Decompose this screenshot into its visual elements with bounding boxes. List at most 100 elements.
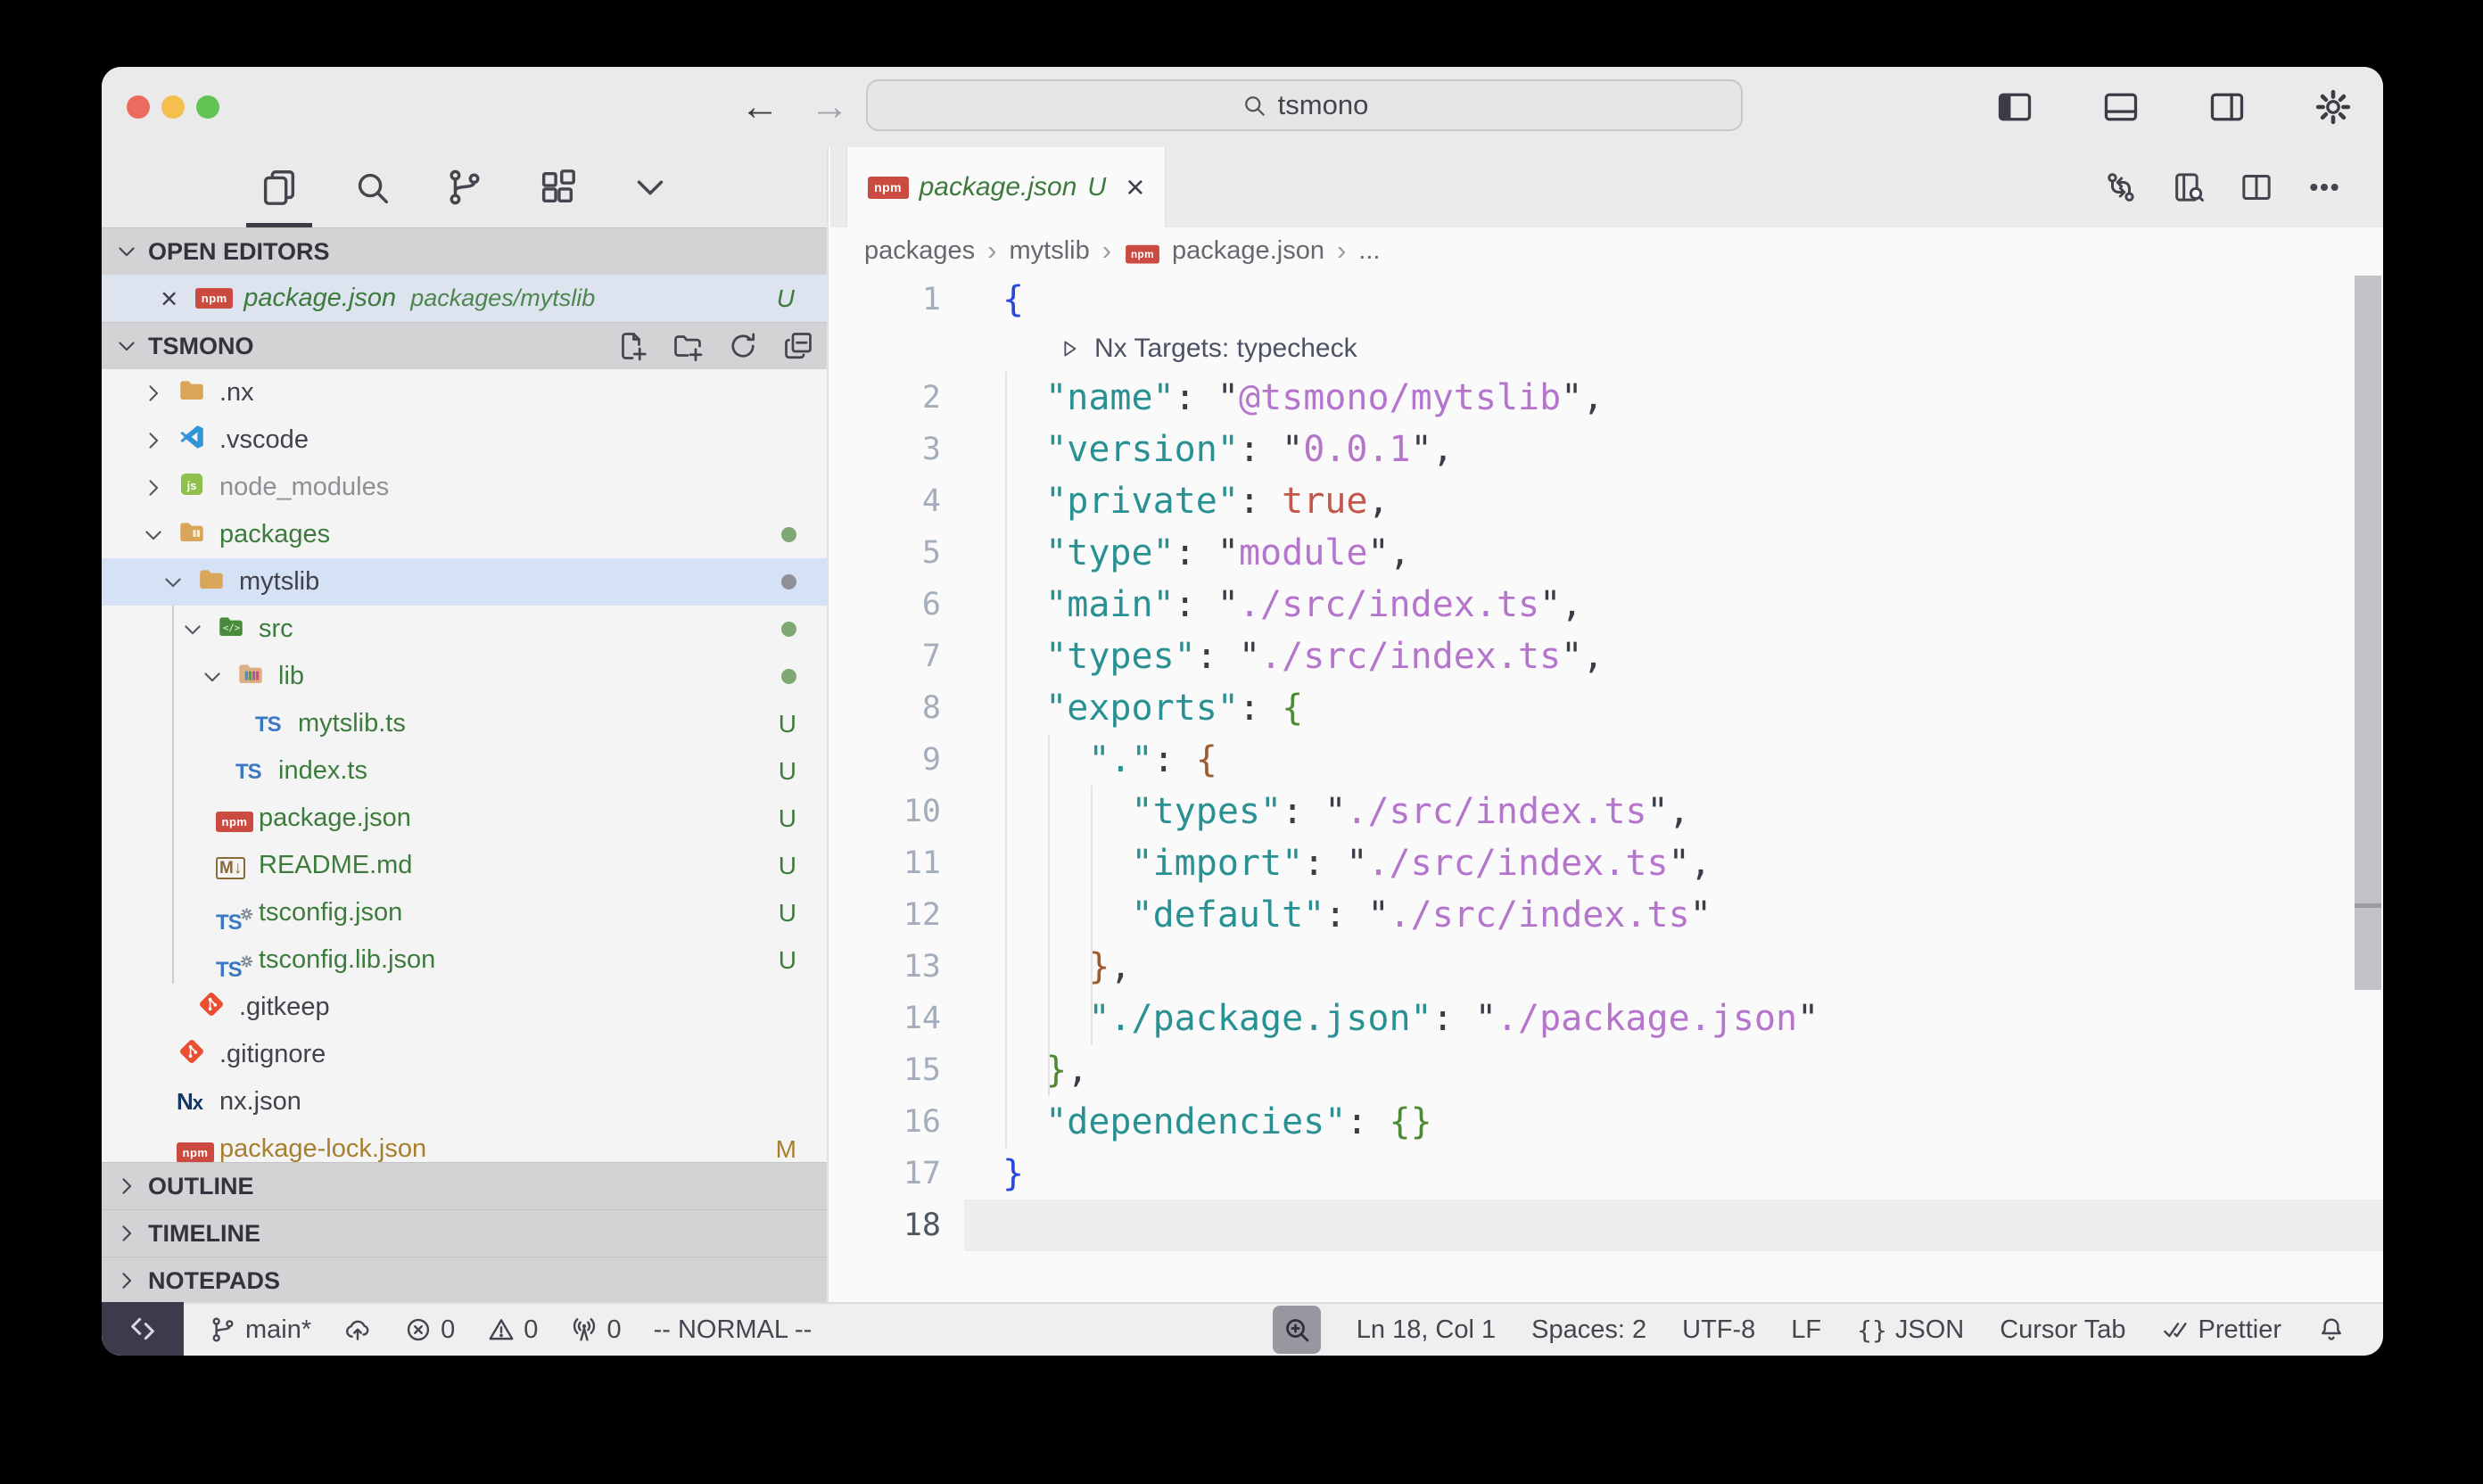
status-item-cursor-tab[interactable]: Cursor Tab [2000, 1315, 2125, 1345]
code-line-6[interactable]: 6 "main": "./src/index.ts", [830, 579, 2383, 631]
zoom-window-button[interactable] [196, 95, 219, 119]
tree-item-README.md[interactable]: M↓README.mdU [102, 842, 827, 889]
tree-item-lib[interactable]: lib [102, 653, 827, 700]
new-file-icon[interactable] [616, 330, 648, 362]
status-item-spaces-2[interactable]: Spaces: 2 [1531, 1315, 1646, 1345]
tree-item-index.ts[interactable]: TSindex.tsU [102, 747, 827, 795]
refresh-icon[interactable] [727, 330, 759, 362]
status-item-0[interactable]: 0 [570, 1315, 621, 1345]
tree-item-mytslib.ts[interactable]: TSmytslib.tsU [102, 700, 827, 747]
indent-guide [1091, 786, 1093, 1044]
collapse-all-icon[interactable] [782, 330, 814, 362]
split-icon[interactable] [2239, 169, 2274, 205]
layout-sidebar-left-icon[interactable] [1957, 87, 2034, 127]
notepads-header[interactable]: NOTEPADS [102, 1257, 827, 1304]
code-line-2[interactable]: 2 "name": "@tsmono/mytslib", [830, 372, 2383, 424]
tree-item-.gitkeep[interactable]: .gitkeep [102, 984, 827, 1031]
line-number: 17 [830, 1148, 964, 1200]
status-item-zoom-in-icon[interactable] [1273, 1306, 1321, 1354]
status-item-0[interactable]: 0 [404, 1315, 455, 1345]
code-line-13[interactable]: 13 }, [830, 941, 2383, 993]
code-line-8[interactable]: 8 "exports": { [830, 682, 2383, 734]
code-line-17[interactable]: 17} [830, 1148, 2383, 1200]
tree-item-.nx[interactable]: .nx [102, 369, 827, 416]
activity-extensions-icon[interactable] [524, 147, 590, 227]
tree-item-package-lock.json[interactable]: npmpackage-lock.jsonM [102, 1125, 827, 1162]
code-line-5[interactable]: 5 "type": "module", [830, 527, 2383, 579]
code-line-4[interactable]: 4 "private": true, [830, 475, 2383, 527]
code-token: : [1303, 843, 1324, 884]
chevron-down-icon [630, 167, 671, 208]
code-line-14[interactable]: 14 "./package.json": "./package.json" [830, 993, 2383, 1044]
open-editor-item[interactable]: × npm package.json packages/mytslib U [102, 275, 827, 322]
tree-item-nx.json[interactable]: Nxnx.json [102, 1078, 827, 1125]
breadcrumb-item-packages[interactable]: packages [864, 236, 975, 266]
tree-item-tsconfig.json[interactable]: TStsconfig.jsonU [102, 889, 827, 936]
tree-item-label: .gitignore [219, 1040, 326, 1069]
gear-icon[interactable] [2275, 87, 2353, 127]
status-item-prettier[interactable]: Prettier [2162, 1315, 2281, 1345]
close-window-button[interactable] [127, 95, 150, 119]
status-item-cloud-upload-icon[interactable] [343, 1315, 372, 1344]
layout-sidebar-right-icon[interactable] [2169, 87, 2247, 127]
workspace-header[interactable]: TSMONO [102, 322, 827, 369]
preview-icon[interactable] [2171, 169, 2207, 205]
tree-item-node_modules[interactable]: jsnode_modules [102, 464, 827, 511]
breadcrumb-item-mytslib[interactable]: mytslib [1009, 236, 1089, 266]
activity-chevron-down-icon[interactable] [617, 147, 683, 227]
code-line-3[interactable]: 3 "version": "0.0.1", [830, 424, 2383, 475]
code-line-15[interactable]: 15 }, [830, 1044, 2383, 1096]
remote-indicator[interactable] [102, 1302, 184, 1356]
command-center-search[interactable]: tsmono [866, 79, 1743, 131]
code-editor[interactable]: 1{Nx Targets: typecheck2 "name": "@tsmon… [830, 274, 2383, 1304]
code-line-9[interactable]: 9 ".": { [830, 734, 2383, 786]
breadcrumb-item-...[interactable]: ... [1358, 236, 1380, 266]
tab-package-json[interactable]: npm package.json U × [846, 147, 1166, 227]
status-item-lf[interactable]: LF [1791, 1315, 1821, 1345]
status-item-utf-8[interactable]: UTF-8 [1682, 1315, 1755, 1345]
code-token: " [1217, 584, 1239, 625]
close-icon[interactable]: × [161, 282, 177, 316]
code-line-11[interactable]: 11 "import": "./src/index.ts", [830, 837, 2383, 889]
tree-item-packages[interactable]: packages [102, 511, 827, 558]
tree-item-tsconfig.lib.json[interactable]: TStsconfig.lib.jsonU [102, 936, 827, 984]
forward-arrow-icon[interactable]: → [810, 85, 849, 129]
activity-source-control-icon[interactable] [432, 147, 498, 227]
code-token: module [1239, 532, 1368, 573]
codelens-nx-targets[interactable]: Nx Targets: typecheck [830, 326, 2383, 372]
code-line-1[interactable]: 1{ [830, 274, 2383, 326]
timeline-header[interactable]: TIMELINE [102, 1209, 827, 1257]
breadcrumb-label: package.json [1172, 236, 1324, 266]
minimize-window-button[interactable] [161, 95, 185, 119]
code-line-10[interactable]: 10 "types": "./src/index.ts", [830, 786, 2383, 837]
status-item-main[interactable]: main* [209, 1315, 311, 1345]
activity-files-icon[interactable] [246, 147, 312, 227]
tree-item-package.json[interactable]: npmpackage.jsonU [102, 795, 827, 842]
back-arrow-icon[interactable]: ← [740, 85, 780, 129]
scrollbar-thumb[interactable] [2355, 908, 2381, 990]
status-item-0[interactable]: 0 [487, 1315, 538, 1345]
close-tab-icon[interactable]: × [1126, 169, 1144, 206]
diff-icon[interactable] [2103, 169, 2139, 205]
more-icon[interactable] [2306, 169, 2342, 205]
code-line-18[interactable]: 18 [830, 1200, 2383, 1251]
code-line-16[interactable]: 16 "dependencies": {} [830, 1096, 2383, 1148]
status-item-ln-18-col-1[interactable]: Ln 18, Col 1 [1357, 1315, 1496, 1345]
tree-item-src[interactable]: </>src [102, 606, 827, 653]
breadcrumb-item-package.json[interactable]: npmpackage.json [1124, 236, 1324, 266]
status-item-bell-icon[interactable] [2317, 1315, 2346, 1344]
scrollbar-thumb[interactable] [2355, 276, 2381, 903]
outline-header[interactable]: OUTLINE [102, 1162, 827, 1209]
new-folder-icon[interactable] [672, 330, 704, 362]
layout-panel-icon[interactable] [2063, 87, 2141, 127]
code-token: , [1582, 377, 1604, 418]
tree-item-mytslib[interactable]: mytslib [102, 558, 827, 606]
status-item-json[interactable]: {}JSON [1857, 1315, 1964, 1345]
code-line-12[interactable]: 12 "default": "./src/index.ts" [830, 889, 2383, 941]
tree-item-.gitignore[interactable]: .gitignore [102, 1031, 827, 1078]
activity-search-icon[interactable] [339, 147, 405, 227]
tree-item-.vscode[interactable]: .vscode [102, 416, 827, 464]
code-line-7[interactable]: 7 "types": "./src/index.ts", [830, 631, 2383, 682]
status-item-normal[interactable]: -- NORMAL -- [654, 1315, 813, 1345]
open-editors-header[interactable]: OPEN EDITORS [102, 227, 827, 275]
